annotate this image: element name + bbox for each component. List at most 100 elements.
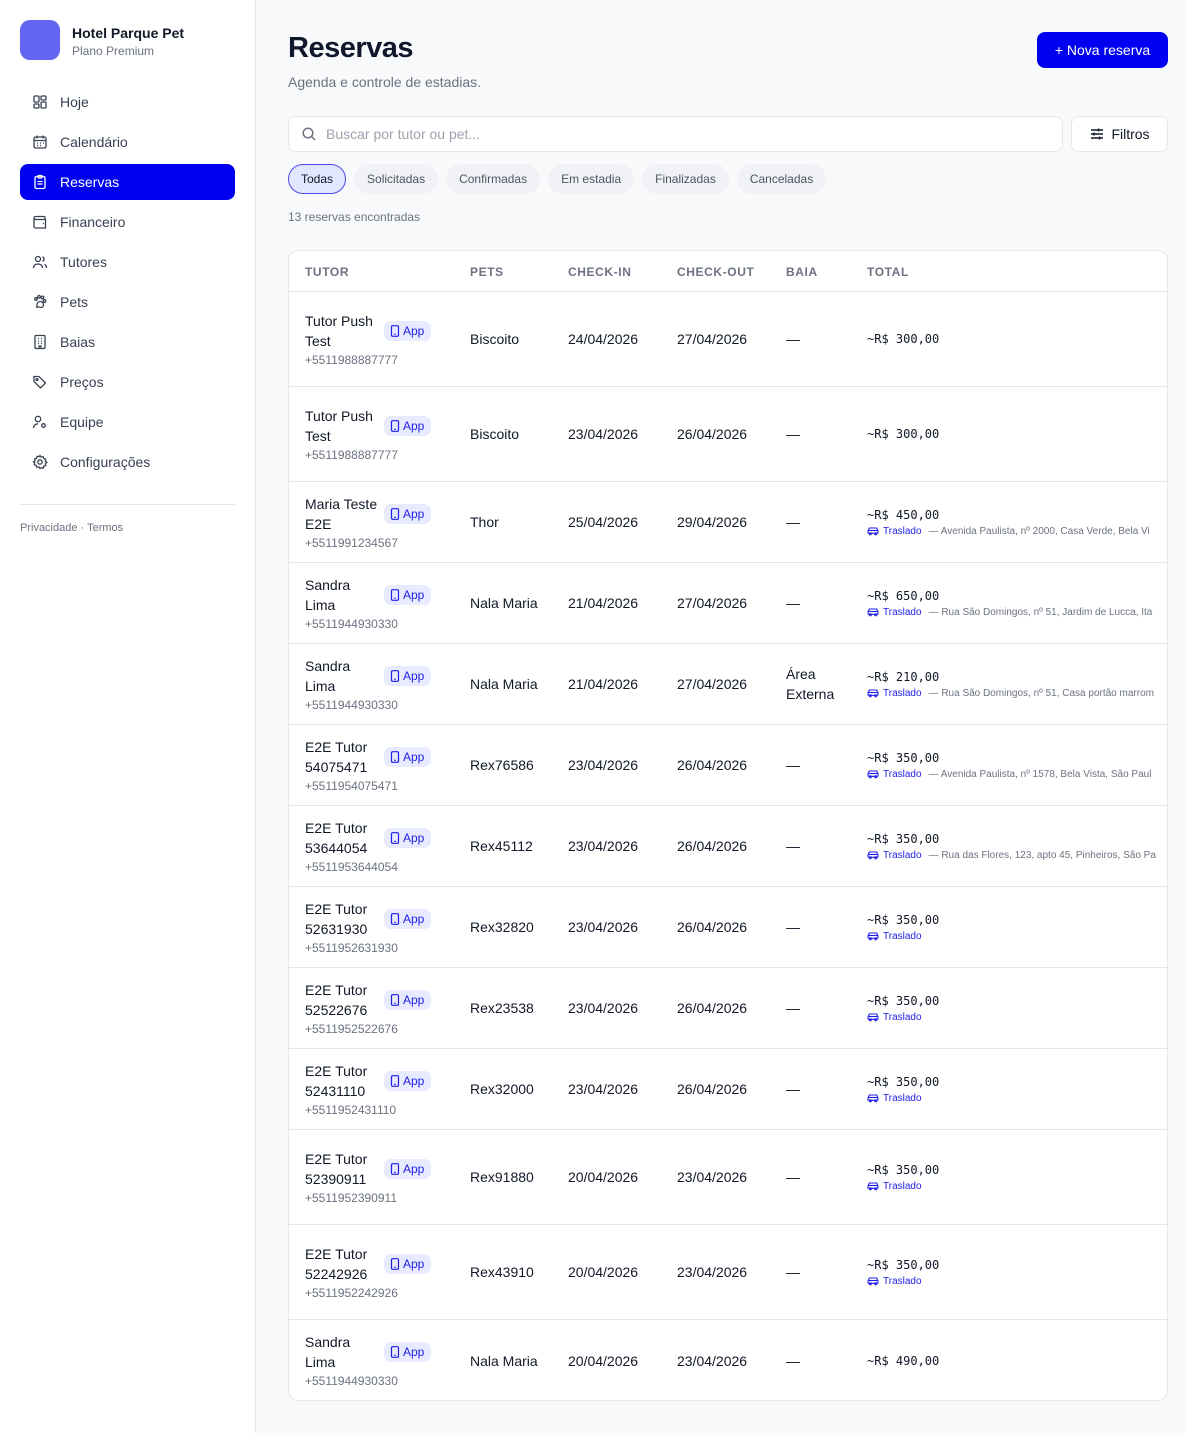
chip-em-estadia[interactable]: Em estadia	[548, 164, 635, 194]
tutor-name[interactable]: E2E Tutor 52431110	[305, 1061, 384, 1101]
tutor-name[interactable]: Sandra Lima	[305, 1332, 384, 1372]
transfer-label: Traslado	[883, 1275, 922, 1287]
cell-total: ~R$ 350,00 Traslado	[867, 968, 1167, 1048]
brand-name: Hotel Parque Pet	[72, 25, 185, 41]
new-reservation-button[interactable]: + Nova reserva	[1037, 32, 1168, 68]
transfer-address: — Rua São Domingos, nº 51, Jardim de Luc…	[928, 606, 1153, 618]
chip-todas[interactable]: Todas	[288, 164, 347, 194]
cell-check-in: 20/04/2026	[568, 1352, 639, 1369]
paw-icon	[34, 294, 47, 309]
chip-finalizadas[interactable]: Finalizadas	[642, 164, 729, 194]
app-badge: App	[384, 584, 432, 605]
column-header-pets[interactable]: PETS	[470, 265, 504, 279]
users-icon	[32, 255, 48, 269]
sidebar-item-reservas[interactable]: Reservas	[20, 164, 235, 200]
tutor-name[interactable]: Sandra Lima	[305, 656, 384, 696]
transfer-info: Traslado	[867, 931, 939, 942]
table-row[interactable]: Tutor Push Test App +5511988887777 Biscoito…	[289, 387, 1167, 482]
cell-check-out: 26/04/2026	[677, 838, 748, 854]
total-amount: ~R$ 350,00	[867, 1074, 940, 1089]
column-header-check-in[interactable]: CHECK-IN	[568, 265, 631, 279]
cell-check-out: 26/04/2026	[677, 1000, 748, 1016]
tutor-name[interactable]: E2E Tutor 52390911	[305, 1149, 384, 1189]
tutor-name[interactable]: E2E Tutor 52631930	[305, 899, 384, 939]
table-row[interactable]: Maria Teste E2E App +5511991234567 Thor 25/0…	[289, 482, 1167, 563]
column-header-total[interactable]: TOTAL	[867, 265, 909, 279]
cell-check-in: 21/04/2026	[568, 676, 639, 692]
cell-check-in: 25/04/2026	[568, 514, 639, 530]
search-input[interactable]	[326, 126, 1026, 142]
tutor-name[interactable]: Sandra Lima	[305, 575, 384, 615]
cell-total: ~R$ 350,00 Traslado	[867, 1225, 1167, 1319]
total-amount: ~R$ 300,00	[867, 427, 940, 441]
filters-button[interactable]: Filtros	[1071, 116, 1168, 152]
tutor-name[interactable]: E2E Tutor 52522676	[305, 980, 384, 1020]
table-row[interactable]: E2E Tutor 52390911 App +5511952390911 Rex91…	[289, 1130, 1167, 1225]
transfer-info: Traslado — Rua das Flores, 123, apto 45, …	[867, 850, 1156, 861]
tutor-name[interactable]: E2E Tutor 52242926	[305, 1244, 384, 1284]
sidebar-item-hoje[interactable]: Hoje	[20, 84, 235, 120]
app-badge: App	[384, 1158, 432, 1179]
transfer-address: — Avenida Paulista, nº 1578, Bela Vista,…	[928, 768, 1152, 780]
sidebar-item-precos[interactable]: Preços	[20, 364, 235, 400]
table-row[interactable]: E2E Tutor 54075471 App +5511954075471 Rex76…	[289, 725, 1167, 806]
transfer-address: — Rua São Domingos, nº 51, Casa portão m…	[928, 687, 1154, 699]
cell-total: ~R$ 350,00 Traslado — Rua das Flores, 123,…	[867, 806, 1167, 886]
sidebar-divider	[20, 504, 235, 505]
tutor-name[interactable]: E2E Tutor 54075471	[305, 737, 384, 777]
tutor-name[interactable]: Tutor Push Test	[305, 311, 384, 351]
table-row[interactable]: E2E Tutor 52431110 App +5511952431110 Rex32…	[289, 1049, 1167, 1130]
sidebar-item-equipe[interactable]: Equipe	[20, 404, 235, 440]
smartphone-icon	[390, 750, 400, 763]
search-icon	[302, 127, 316, 141]
sidebar-item-pets[interactable]: Pets	[20, 284, 235, 320]
terms-link[interactable]: Termos	[87, 522, 123, 534]
cell-baia: —	[786, 919, 800, 935]
column-header-check-out[interactable]: CHECK-OUT	[677, 265, 754, 279]
tutor-name[interactable]: Tutor Push Test	[305, 406, 384, 446]
cell-check-out: 23/04/2026	[677, 1264, 748, 1280]
table-row[interactable]: Tutor Push Test App +5511988887777 Biscoito…	[289, 292, 1167, 387]
transfer-label: Traslado	[883, 1011, 922, 1023]
total-amount: ~R$ 350,00	[867, 1162, 940, 1177]
brand-plan: Plano Premium	[72, 44, 155, 58]
app-badge: App	[384, 1253, 432, 1274]
result-count: 13 reservas encontradas	[288, 210, 421, 224]
transfer-address: — Avenida Paulista, nº 2000, Casa Verde,…	[928, 525, 1150, 537]
table-row[interactable]: Sandra Lima App +5511944930330 Nala Maria 20…	[289, 1320, 1167, 1400]
table-row[interactable]: E2E Tutor 52242926 App +5511952242926 Rex43…	[289, 1225, 1167, 1320]
transfer-info: Traslado	[867, 1181, 939, 1192]
app-badge: App	[384, 908, 432, 929]
chip-canceladas[interactable]: Canceladas	[736, 164, 827, 194]
table-row[interactable]: E2E Tutor 52631930 App +5511952631930 Rex32…	[289, 887, 1167, 968]
sidebar-item-baias[interactable]: Baias	[20, 324, 235, 360]
car-icon	[867, 770, 879, 779]
column-header-tutor[interactable]: TUTOR	[305, 265, 349, 279]
tutor-name[interactable]: E2E Tutor 53644054	[305, 818, 384, 858]
tutor-phone: +5511991234567	[305, 535, 398, 550]
smartphone-icon	[390, 419, 400, 432]
app-badge: App	[384, 1070, 432, 1091]
tutor-phone: +5511988887777	[305, 352, 398, 367]
app-badge-label: App	[403, 668, 425, 683]
chip-confirmadas[interactable]: Confirmadas	[446, 164, 541, 194]
cell-baia: —	[786, 331, 800, 347]
car-icon	[867, 1182, 879, 1191]
privacy-link[interactable]: Privacidade	[20, 522, 77, 534]
app-badge-label: App	[403, 587, 425, 602]
cell-tutor: E2E Tutor 54075471 App +5511954075471	[305, 725, 455, 805]
sidebar-item-configuracoes[interactable]: Configurações	[20, 444, 235, 480]
sidebar-item-financeiro[interactable]: Financeiro	[20, 204, 235, 240]
table-row[interactable]: E2E Tutor 53644054 App +5511953644054 Rex45…	[289, 806, 1167, 887]
table-row[interactable]: Sandra Lima App +5511944930330 Nala Maria 21…	[289, 644, 1167, 725]
chip-solicitadas[interactable]: Solicitadas	[354, 164, 439, 194]
tutor-name[interactable]: Maria Teste E2E	[305, 494, 384, 534]
smartphone-icon	[390, 912, 400, 925]
sidebar-item-tutores[interactable]: Tutores	[20, 244, 235, 280]
total-amount: ~R$ 350,00	[867, 1257, 940, 1272]
table-row[interactable]: Sandra Lima App +5511944930330 Nala Maria 21…	[289, 563, 1167, 644]
cell-baia: —	[786, 1169, 800, 1185]
column-header-baia[interactable]: BAIA	[786, 265, 818, 279]
sidebar-item-calendario[interactable]: Calendário	[20, 124, 235, 160]
table-row[interactable]: E2E Tutor 52522676 App +5511952522676 Rex23…	[289, 968, 1167, 1049]
